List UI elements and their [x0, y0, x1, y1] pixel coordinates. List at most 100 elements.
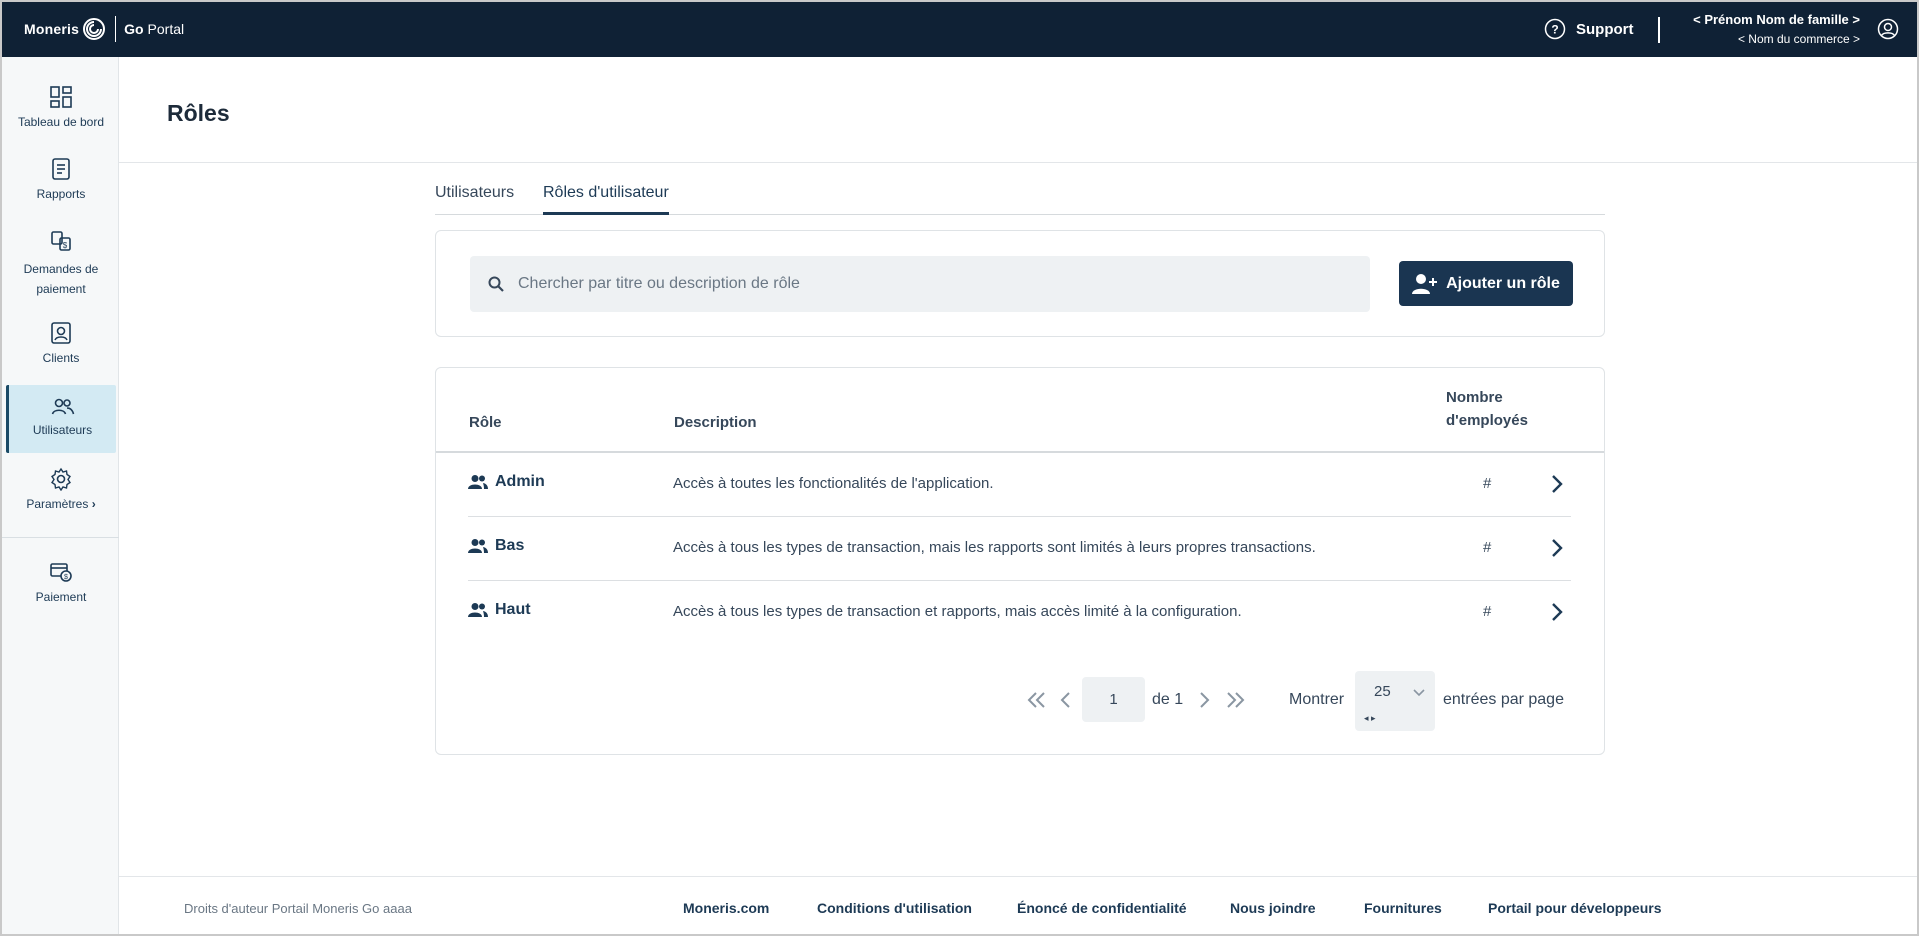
- payment-icon: $: [50, 563, 72, 582]
- business-name: < Nom du commerce >: [1737, 32, 1860, 46]
- add-user-icon: [1412, 273, 1438, 294]
- role-cell: Admin: [468, 473, 545, 491]
- last-page-icon[interactable]: [1225, 691, 1245, 709]
- first-page-icon[interactable]: [1027, 691, 1047, 709]
- sidebar-item-label: Clients: [42, 351, 80, 365]
- role-description: Accès à toutes les fonctionalités de l'a…: [673, 475, 994, 492]
- tab-user-roles[interactable]: Rôles d'utilisateur: [543, 184, 669, 215]
- sidebar-item-label: Paiement: [35, 590, 87, 604]
- chevron-right-icon[interactable]: [1551, 538, 1563, 558]
- sidebar: Tableau de bord Rapports $ Demandes de p…: [2, 57, 119, 934]
- sidebar-divider: [2, 537, 119, 538]
- users-icon: [468, 475, 488, 489]
- title-divider: [119, 162, 1917, 163]
- sidebar-item-dashboard[interactable]: Tableau de bord: [6, 85, 116, 129]
- role-cell: Haut: [468, 601, 531, 619]
- chevron-down-icon: [1413, 689, 1425, 697]
- reports-icon: [52, 158, 70, 180]
- roles-table: Rôle Description Nombre d'employés Admin…: [435, 367, 1605, 755]
- column-header-count-line1: Nombre: [1446, 389, 1503, 406]
- footer-link-contact[interactable]: Nous joindre: [1230, 900, 1316, 916]
- employee-count: #: [1483, 475, 1492, 492]
- page-size-select[interactable]: 25 ◂ ▸: [1355, 671, 1435, 731]
- footer-link-supplies[interactable]: Fournitures: [1364, 900, 1442, 916]
- footer: Droits d'auteur Portail Moneris Go aaaa …: [119, 876, 1917, 934]
- page-number-input[interactable]: 1: [1082, 677, 1145, 722]
- settings-icon: [51, 467, 71, 491]
- search-icon: [488, 276, 504, 292]
- product-go: Go: [124, 21, 144, 37]
- tab-users[interactable]: Utilisateurs: [435, 184, 514, 212]
- sidebar-item-label: Paramètres: [26, 497, 89, 511]
- chevron-right-icon[interactable]: [1551, 602, 1563, 622]
- moneris-go-logo[interactable]: Moneris Go Portal: [24, 16, 184, 42]
- column-header-description: Description: [674, 414, 757, 431]
- footer-link-terms[interactable]: Conditions d'utilisation: [817, 900, 972, 916]
- svg-text:$: $: [63, 241, 68, 250]
- product-portal: Portal: [147, 21, 185, 37]
- add-role-label: Ajouter un rôle: [1446, 274, 1560, 292]
- sidebar-item-clients[interactable]: Clients: [6, 321, 116, 365]
- chevron-right-icon: ›: [91, 497, 96, 511]
- role-description: Accès à tous les types de transaction et…: [673, 603, 1242, 620]
- svg-text:?: ?: [1551, 23, 1558, 37]
- support-link[interactable]: ? Support: [1544, 18, 1634, 40]
- sidebar-item-label: Tableau de bord: [17, 115, 105, 129]
- logo-divider: [115, 16, 117, 42]
- column-header-role: Rôle: [469, 414, 502, 431]
- show-label: Montrer: [1289, 691, 1345, 708]
- column-header-count-line2: d'employés: [1446, 412, 1528, 429]
- page-total: de 1: [1152, 691, 1184, 708]
- footer-link-moneris[interactable]: Moneris.com: [683, 900, 769, 916]
- footer-link-privacy[interactable]: Énoncé de confidentialité: [1017, 900, 1187, 916]
- tab-bar: Utilisateurs Rôles d'utilisateur: [435, 176, 1605, 215]
- copyright-text: Droits d'auteur Portail Moneris Go aaaa: [184, 901, 412, 916]
- users-icon: [51, 398, 74, 415]
- role-name: Bas: [495, 537, 525, 554]
- dashboard-icon: [50, 86, 72, 108]
- sidebar-item-label: Utilisateurs: [32, 423, 93, 437]
- page-size-value: 25: [1374, 683, 1391, 700]
- employee-count: #: [1483, 603, 1492, 620]
- role-name: Haut: [495, 601, 531, 618]
- role-name: Admin: [495, 473, 545, 490]
- role-description: Accès à tous les types de transaction, m…: [673, 539, 1316, 556]
- search-field[interactable]: [470, 256, 1370, 312]
- payment-request-icon: $: [51, 231, 71, 251]
- employee-count: #: [1483, 539, 1492, 556]
- table-row[interactable]: Bas Accès à tous les types de transactio…: [468, 517, 1571, 581]
- sidebar-item-users[interactable]: Utilisateurs: [6, 385, 116, 453]
- chevron-right-icon[interactable]: [1551, 474, 1563, 494]
- search-input[interactable]: [518, 275, 1338, 293]
- role-cell: Bas: [468, 537, 524, 555]
- spinner-arrows-icon: ◂ ▸: [1364, 713, 1376, 723]
- footer-link-developers[interactable]: Portail pour développeurs: [1488, 900, 1661, 916]
- search-card: Ajouter un rôle: [435, 230, 1605, 337]
- sidebar-item-reports[interactable]: Rapports: [6, 157, 116, 201]
- add-role-button[interactable]: Ajouter un rôle: [1399, 261, 1573, 306]
- svg-text:$: $: [64, 574, 68, 581]
- user-name: < Prénom Nom de famille >: [1693, 12, 1860, 27]
- user-menu[interactable]: < Prénom Nom de famille > < Nom du comme…: [1693, 12, 1860, 46]
- page-title: Rôles: [167, 100, 230, 126]
- table-row[interactable]: Admin Accès à toutes les fonctionalités …: [468, 453, 1571, 517]
- help-icon: ?: [1544, 18, 1566, 40]
- header-divider: [1658, 17, 1660, 43]
- users-icon: [468, 539, 488, 553]
- sidebar-item-settings[interactable]: Paramètres ›: [6, 467, 116, 511]
- sidebar-item-label: Demandes de paiement: [23, 262, 99, 296]
- table-row[interactable]: Haut Accès à tous les types de transacti…: [468, 581, 1571, 645]
- sidebar-item-payment-requests[interactable]: $ Demandes de paiement: [6, 229, 116, 299]
- support-label: Support: [1576, 20, 1634, 38]
- clients-icon: [51, 322, 71, 344]
- per-page-label: entrées par page: [1443, 691, 1564, 708]
- column-header-count: Nombre d'employés: [1446, 389, 1528, 429]
- previous-page-icon[interactable]: [1060, 691, 1072, 709]
- brand-name: Moneris: [24, 21, 80, 37]
- sidebar-item-payment[interactable]: $ Paiement: [6, 560, 116, 604]
- account-icon[interactable]: [1877, 18, 1899, 40]
- sidebar-item-label: Rapports: [36, 187, 86, 201]
- next-page-icon[interactable]: [1198, 691, 1210, 709]
- moneris-swirl-icon: [83, 18, 106, 40]
- users-icon: [468, 603, 488, 617]
